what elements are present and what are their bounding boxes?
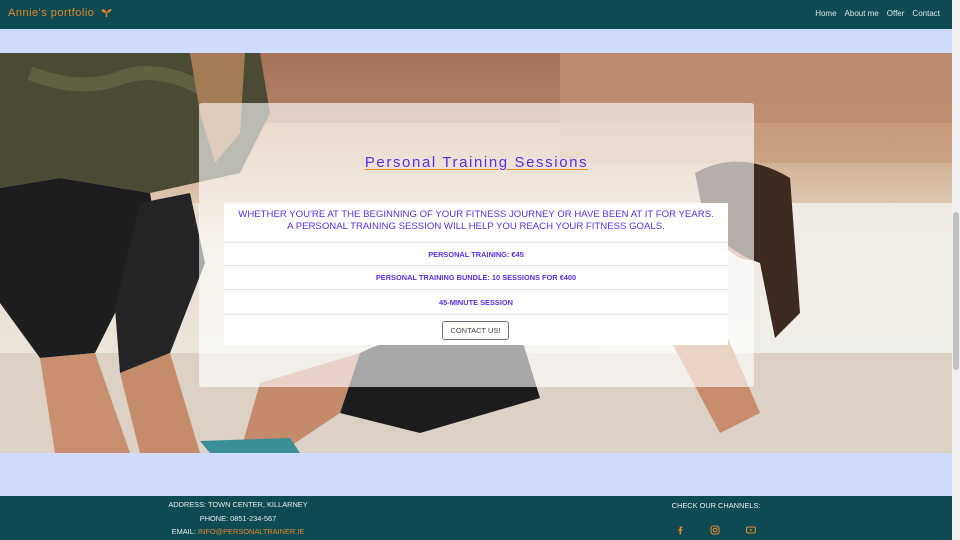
contact-info: Address: Town Center, Killarney Phone: 0… xyxy=(150,498,326,539)
cta-row: CONTACT US! xyxy=(224,314,728,345)
footer-email: Email: info@personaltrainer.ie xyxy=(150,525,326,539)
facebook-icon[interactable] xyxy=(675,522,685,535)
channels-label: CHECK OUR CHANNELS: xyxy=(671,501,761,510)
footer-address: Address: Town Center, Killarney xyxy=(168,500,308,509)
instagram-icon[interactable] xyxy=(710,522,720,535)
offer-title: Personal Training Sessions xyxy=(364,154,589,171)
navbar: Annie's portfolio Home About me Offer Co… xyxy=(0,0,952,29)
nav-link-home[interactable]: Home xyxy=(815,9,836,18)
social-channels: CHECK OUR CHANNELS: xyxy=(640,501,792,535)
nav-link-about[interactable]: About me xyxy=(845,9,879,18)
email-link[interactable]: info@personaltrainer.ie xyxy=(198,527,304,536)
nav-links: Home About me Offer Contact xyxy=(815,9,940,18)
offer-intro: Whether you're at the beginning of your … xyxy=(238,209,714,232)
scrollbar[interactable] xyxy=(952,0,960,540)
nav-link-offer[interactable]: Offer xyxy=(887,9,905,18)
session-duration: 45-MINUTE SESSION xyxy=(224,289,728,314)
footer-phone: Phone: 0851-234-567 xyxy=(199,513,277,523)
youtube-icon[interactable] xyxy=(746,522,756,534)
footer: Address: Town Center, Killarney Phone: 0… xyxy=(0,496,952,540)
contact-us-button[interactable]: CONTACT US! xyxy=(442,321,509,340)
brand[interactable]: Annie's portfolio xyxy=(8,7,112,21)
price-bundle: PERSONAL TRAINING BUNDLE: 10 SESSIONS FO… xyxy=(224,265,728,289)
price-single: PERSONAL TRAINING: €45 xyxy=(224,242,728,265)
seedling-icon xyxy=(101,7,112,21)
offer-card: Whether you're at the beginning of your … xyxy=(224,203,728,345)
scrollbar-thumb[interactable] xyxy=(953,212,959,370)
brand-name: Annie's portfolio xyxy=(8,7,95,19)
offer-panel: Personal Training Sessions Whether you'r… xyxy=(199,103,754,387)
nav-link-contact[interactable]: Contact xyxy=(912,9,940,18)
footer-email-label: Email: xyxy=(171,527,196,536)
